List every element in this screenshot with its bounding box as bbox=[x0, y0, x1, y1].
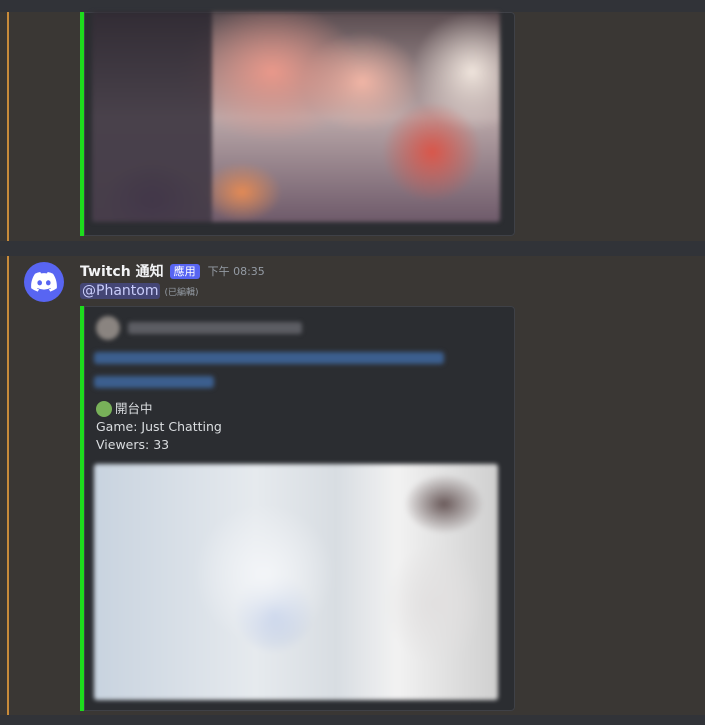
top-strip bbox=[0, 0, 705, 12]
stream-embed: 開台中 Game: Just Chatting Viewers: 33 bbox=[80, 306, 515, 711]
message-header: Twitch 通知 應用 下午 08:35 bbox=[80, 261, 265, 281]
author-name-redacted bbox=[128, 322, 302, 334]
stream-thumbnail[interactable] bbox=[94, 464, 498, 700]
user-mention[interactable]: @Phantom bbox=[80, 283, 161, 299]
author-icon bbox=[96, 316, 120, 340]
avatar[interactable] bbox=[24, 262, 64, 302]
embed-author bbox=[96, 316, 302, 340]
message: Twitch 通知 應用 下午 08:35 @Phantom (已編輯) 開台中… bbox=[0, 256, 705, 715]
green-circle-icon bbox=[96, 401, 112, 417]
highlight-bar bbox=[7, 256, 9, 715]
previous-embed bbox=[80, 12, 515, 236]
timestamp[interactable]: 下午 08:35 bbox=[208, 263, 265, 279]
previous-message bbox=[0, 12, 705, 241]
message-divider bbox=[0, 241, 705, 256]
previous-stream-thumbnail[interactable] bbox=[92, 12, 500, 222]
game-line: Game: Just Chatting bbox=[96, 419, 222, 434]
username[interactable]: Twitch 通知 bbox=[80, 261, 164, 281]
embed-description: 開台中 Game: Just Chatting Viewers: 33 bbox=[96, 400, 222, 454]
highlight-bar bbox=[7, 12, 9, 241]
viewers-line: Viewers: 33 bbox=[96, 437, 170, 452]
edited-label: (已編輯) bbox=[164, 287, 199, 298]
message-content: @Phantom (已編輯) bbox=[80, 283, 199, 299]
app-badge: 應用 bbox=[169, 263, 200, 279]
embed-link-redacted[interactable] bbox=[94, 376, 214, 388]
live-status: 開台中 bbox=[115, 401, 153, 416]
discord-logo-icon bbox=[31, 272, 57, 292]
embed-title-redacted[interactable] bbox=[94, 352, 444, 364]
